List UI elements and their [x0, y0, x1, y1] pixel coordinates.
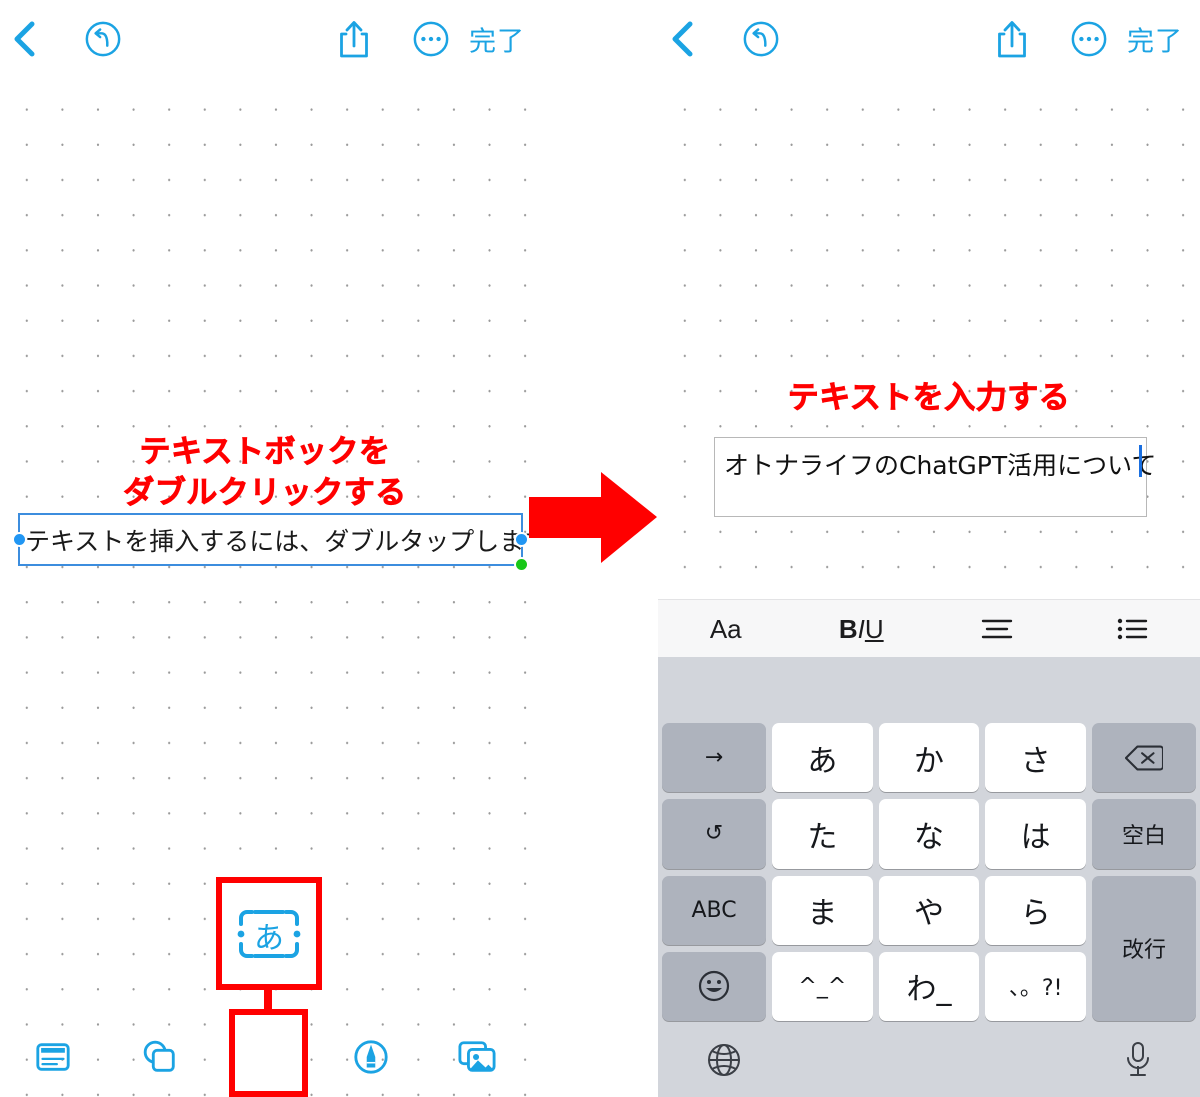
key-abc[interactable]: ABC — [662, 875, 766, 945]
key-wa[interactable]: わ_ — [878, 951, 980, 1021]
key-kaomoji[interactable]: ^_^ — [772, 951, 873, 1021]
red-right-arrow — [529, 470, 659, 565]
annotation-left-line1: テキストボックを — [139, 434, 391, 470]
key-undo[interactable]: ↺ — [662, 799, 766, 869]
keyboard-key-grid: → あ か さ ↺ た な は 空白 ABC ま や ら 改行 ^_^ わ_ 、… — [662, 723, 1196, 1021]
shapes-icon — [139, 1037, 179, 1077]
key-return[interactable]: 改行 — [1091, 875, 1196, 1021]
media-photos-icon — [456, 1038, 498, 1076]
textbox-a-icon: あ — [237, 908, 301, 960]
resize-handle-right[interactable] — [514, 531, 529, 547]
key-ha[interactable]: は — [985, 799, 1086, 869]
back-button[interactable] — [10, 19, 36, 59]
key-a[interactable]: あ — [772, 723, 873, 793]
key-na[interactable]: な — [878, 799, 980, 869]
key-arrow-right[interactable]: → — [662, 723, 766, 793]
key-delete[interactable] — [1091, 723, 1196, 793]
key-emoji[interactable] — [662, 951, 766, 1021]
emoji-face-icon — [698, 970, 730, 1002]
bottom-toolbar-document-button[interactable] — [0, 1017, 106, 1097]
ellipsis-circle-icon — [1070, 20, 1108, 58]
backspace-icon — [1124, 744, 1163, 772]
resize-handle-left[interactable] — [12, 531, 27, 547]
callout-magnified-textbox-icon: あ — [216, 877, 322, 990]
key-ta[interactable]: た — [772, 799, 873, 869]
bullet-list-icon — [1115, 616, 1149, 642]
editing-text-box[interactable]: オトナライフのChatGPT活用について — [714, 437, 1156, 517]
format-list-button[interactable] — [1065, 600, 1200, 658]
top-toolbar-right: 完了 — [658, 0, 1200, 78]
left-screenshot-panel: 完了 テキストボックを ダブルクリックする テキストを挿入するには、ダブルタップ… — [0, 0, 530, 1097]
bottom-toolbar-media-button[interactable] — [424, 1017, 530, 1097]
done-button-right[interactable]: 完了 — [1127, 20, 1183, 59]
share-button[interactable] — [337, 18, 371, 60]
more-options-button-right[interactable] — [1070, 20, 1108, 58]
done-button[interactable]: 完了 — [469, 20, 525, 59]
selected-text-box[interactable]: テキストを挿入するには、ダブルタップします — [12, 513, 530, 572]
japanese-kana-keyboard: → あ か さ ↺ た な は 空白 ABC ま や ら 改行 ^_^ わ_ 、… — [658, 657, 1200, 1097]
undo-circle-icon — [84, 20, 122, 58]
share-button-right[interactable] — [995, 18, 1029, 60]
text-caret — [1139, 445, 1142, 477]
document-canvas-right[interactable] — [658, 78, 1200, 598]
globe-icon[interactable] — [706, 1042, 742, 1078]
share-up-icon — [995, 18, 1029, 60]
highlight-box-textbox-tool — [229, 1009, 308, 1097]
more-options-button[interactable] — [412, 20, 450, 58]
annotation-left: テキストボックを ダブルクリックする — [0, 432, 530, 514]
document-icon — [34, 1038, 72, 1076]
share-up-icon — [337, 18, 371, 60]
format-alignment-button[interactable] — [929, 600, 1065, 658]
key-ma[interactable]: ま — [772, 875, 873, 945]
rotate-handle[interactable] — [514, 557, 529, 572]
entered-text: オトナライフのChatGPT活用について — [724, 451, 1157, 480]
annotation-right: テキストを入力する — [658, 378, 1200, 419]
top-toolbar-left: 完了 — [0, 0, 530, 78]
undo-circle-icon — [742, 20, 780, 58]
right-screenshot-panel: 完了 テキストを入力する オトナライフのChatGPT活用について Aa BIU — [658, 0, 1200, 1097]
annotation-right-line1: テキストを入力する — [787, 380, 1071, 416]
key-sa[interactable]: さ — [985, 723, 1086, 793]
format-font-button[interactable]: Aa — [658, 600, 794, 658]
undo-button[interactable] — [84, 20, 122, 58]
svg-text:あ: あ — [254, 921, 284, 956]
keyboard-bottom-row — [658, 1023, 1200, 1097]
text-format-bar: Aa BIU — [658, 599, 1200, 658]
chevron-left-icon — [10, 19, 36, 59]
key-ra[interactable]: ら — [985, 875, 1086, 945]
annotation-left-line2: ダブルクリックする — [123, 474, 407, 511]
key-space[interactable]: 空白 — [1091, 799, 1196, 869]
chevron-left-icon — [668, 19, 694, 59]
bottom-toolbar-draw-button[interactable] — [318, 1017, 424, 1097]
bottom-toolbar-shapes-button[interactable] — [106, 1017, 212, 1097]
key-ya[interactable]: や — [878, 875, 980, 945]
key-punctuation[interactable]: 、。?! — [985, 951, 1086, 1021]
alignment-icon — [980, 616, 1014, 642]
text-box-placeholder-text: テキストを挿入するには、ダブルタップします — [25, 526, 530, 556]
back-button-right[interactable] — [668, 19, 694, 59]
key-ka[interactable]: か — [878, 723, 980, 793]
ellipsis-circle-icon — [412, 20, 450, 58]
microphone-icon[interactable] — [1124, 1041, 1152, 1079]
pen-circle-icon — [352, 1038, 390, 1076]
undo-button-right[interactable] — [742, 20, 780, 58]
format-biu-button[interactable]: BIU — [794, 600, 930, 658]
